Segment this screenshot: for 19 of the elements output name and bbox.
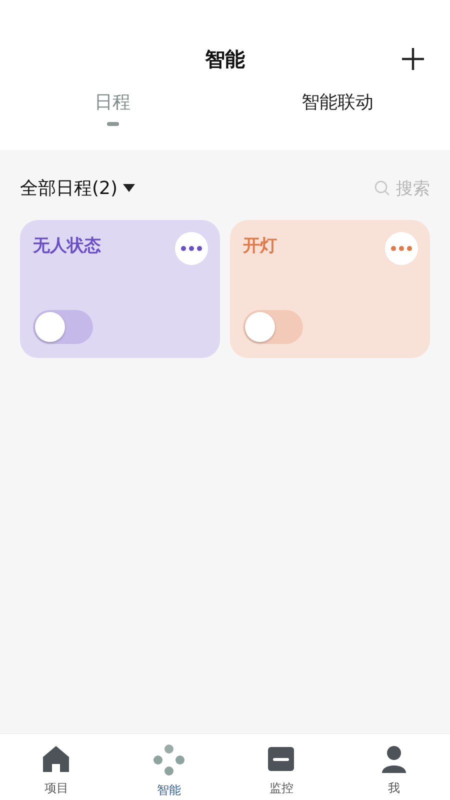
toggle-switch[interactable] <box>243 310 303 344</box>
nav-tab[interactable]: 我 <box>338 734 450 800</box>
nav-tab[interactable]: 项目 <box>0 734 112 800</box>
toggle-switch[interactable] <box>33 310 93 344</box>
more-button[interactable] <box>175 232 208 265</box>
nav-tab[interactable]: 监控 <box>225 734 338 800</box>
home-icon <box>41 744 72 774</box>
caret-icon <box>122 183 136 193</box>
tab[interactable]: 智能联动 <box>225 84 450 150</box>
search-icon <box>374 180 390 196</box>
page-title: 智能 <box>205 46 245 72</box>
monitor-icon <box>266 744 296 774</box>
nav-tab[interactable]: 智能 <box>112 734 225 800</box>
more-button[interactable] <box>385 232 418 265</box>
scene-name: 开灯 <box>243 235 277 257</box>
filter-dropdown[interactable]: 全部日程(2) <box>20 176 136 200</box>
dots-icon <box>152 744 185 776</box>
scene-name: 无人状态 <box>33 235 101 257</box>
scene-card[interactable]: 无人状态 <box>20 220 220 358</box>
